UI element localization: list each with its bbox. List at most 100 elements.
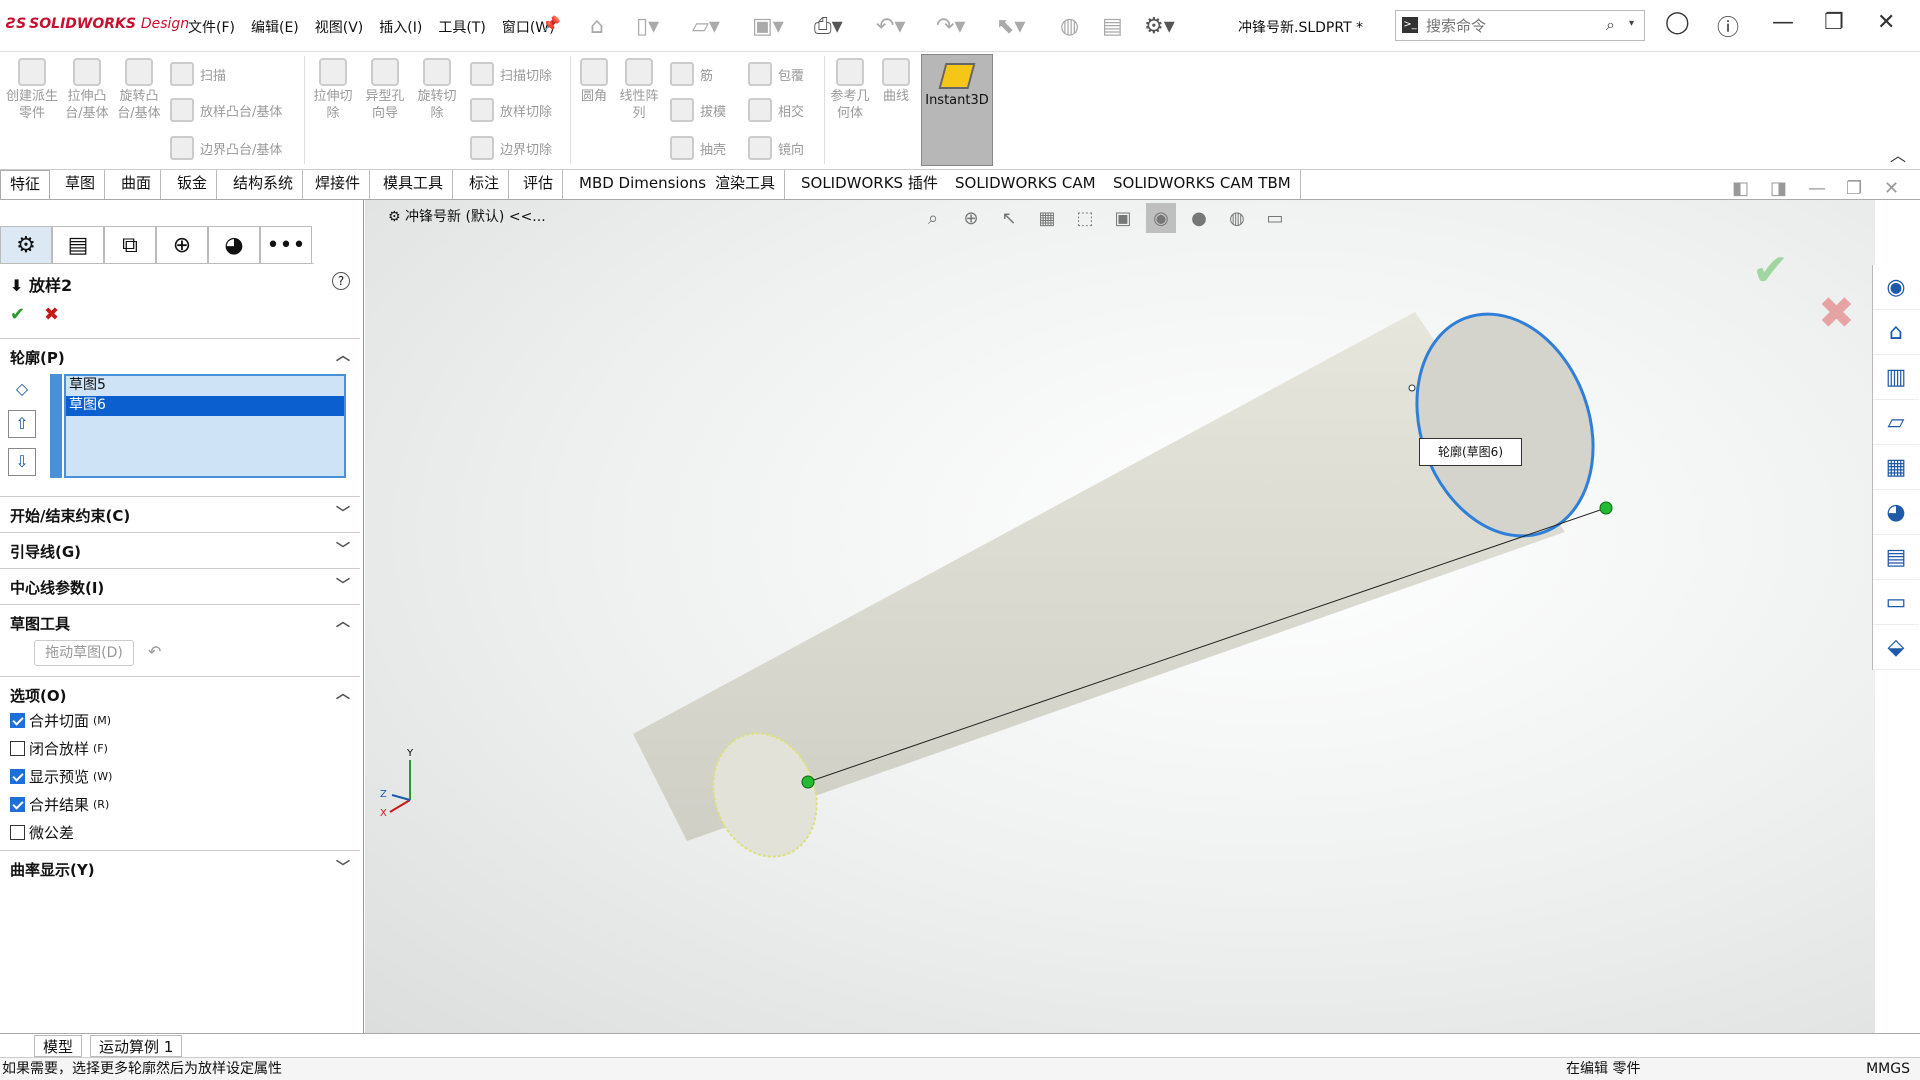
loft-boss-button[interactable]: 放样凸台/基体: [170, 98, 282, 122]
print-icon[interactable]: ⎙▾: [814, 10, 843, 42]
help-icon[interactable]: ⓘ: [1717, 10, 1739, 42]
doc-restore-icon[interactable]: ❐: [1846, 178, 1862, 199]
account-icon[interactable]: ◯: [1665, 10, 1690, 35]
open-folder-icon[interactable]: ▱▾: [692, 10, 720, 42]
undo-icon[interactable]: ↶▾: [876, 10, 905, 42]
home-icon[interactable]: ⌂: [1873, 310, 1919, 355]
sweep-button[interactable]: 扫描: [170, 62, 226, 86]
view-palette-icon[interactable]: ▦: [1873, 445, 1919, 490]
close-icon[interactable]: ✕: [1877, 10, 1895, 35]
doc-close-icon[interactable]: ✕: [1884, 178, 1899, 199]
search-icon[interactable]: ⌕: [1606, 15, 1615, 35]
tab-solidworks-cam-tbm[interactable]: SOLIDWORKS CAM TBM: [1104, 170, 1301, 199]
minimize-icon[interactable]: —: [1772, 10, 1794, 35]
design-library-icon[interactable]: ▥: [1873, 355, 1919, 400]
home-icon[interactable]: ⌂: [590, 10, 604, 42]
extruded-cut-button[interactable]: 拉伸切除: [308, 58, 358, 122]
option-close-loft[interactable]: 闭合放样 (F): [10, 738, 108, 759]
pin-icon[interactable]: 📌: [542, 15, 561, 33]
draft-button[interactable]: 拔模: [670, 98, 726, 122]
help-icon[interactable]: ?: [332, 272, 350, 290]
edit-appearance-icon[interactable]: ●: [1184, 203, 1214, 233]
move-up-icon[interactable]: ⇧: [8, 410, 36, 438]
menu-view[interactable]: 视图(V): [307, 17, 372, 37]
tab-render-tools[interactable]: 渲染工具: [706, 170, 786, 199]
tab-sheet-metal[interactable]: 钣金: [168, 170, 218, 199]
checkbox[interactable]: [10, 713, 25, 728]
solidworks-resources-icon[interactable]: ◉: [1873, 265, 1919, 310]
connector-point-start[interactable]: [801, 775, 815, 789]
tab-mbd-dimensions[interactable]: MBD Dimensions: [570, 170, 717, 199]
section-guide-curves[interactable]: 引导线(G) ﹀: [0, 532, 360, 566]
option-merge-tangent-faces[interactable]: 合并切面 (M): [10, 710, 111, 731]
tab-model[interactable]: 模型: [34, 1035, 83, 1057]
confirm-checkmark-icon[interactable]: ✔: [1752, 245, 1789, 296]
tab-structure-system[interactable]: 结构系统: [224, 170, 304, 199]
tab-features[interactable]: 特征: [0, 170, 51, 199]
tile-right-icon[interactable]: ◨: [1770, 178, 1787, 199]
more-icon[interactable]: •••: [260, 226, 312, 264]
drag-sketch-button[interactable]: 拖动草图(D): [34, 640, 134, 666]
extruded-boss-button[interactable]: 拉伸凸台/基体: [62, 58, 112, 122]
view-orientation-icon[interactable]: ⬚: [1070, 203, 1100, 233]
tab-motion-study[interactable]: 运动算例 1: [90, 1035, 183, 1057]
tab-surfaces[interactable]: 曲面: [112, 170, 162, 199]
fillet-button[interactable]: 圆角: [574, 58, 614, 105]
zoom-to-fit-icon[interactable]: ⌕: [918, 203, 948, 233]
save-icon[interactable]: ▣▾: [752, 10, 784, 42]
tab-evaluate[interactable]: 评估: [514, 170, 564, 199]
display-manager-icon[interactable]: ◕: [208, 226, 260, 264]
list-item[interactable]: 草图6: [66, 396, 344, 416]
section-centerline-parameters[interactable]: 中心线参数(I) ﹀: [0, 568, 360, 602]
cancel-x-icon[interactable]: ✖: [1818, 288, 1855, 339]
configuration-manager-icon[interactable]: ⧉: [104, 226, 156, 264]
menu-file[interactable]: 文件(F): [180, 17, 243, 37]
instant3d-button[interactable]: Instant3D: [921, 54, 993, 166]
tab-solidworks-addins[interactable]: SOLIDWORKS 插件: [792, 170, 948, 199]
revolved-cut-button[interactable]: 旋转切除: [412, 58, 462, 122]
tab-solidworks-cam[interactable]: SOLIDWORKS CAM: [946, 170, 1106, 199]
file-explorer-icon[interactable]: ▱: [1873, 400, 1919, 445]
profile-selector-icon[interactable]: ◇: [8, 376, 36, 404]
feature-manager-icon[interactable]: ⚙: [0, 226, 52, 264]
connector-point-end[interactable]: [1599, 501, 1613, 515]
tab-sketch[interactable]: 草图: [56, 170, 106, 199]
profile-handle[interactable]: [1408, 384, 1416, 392]
search-box[interactable]: >_ ⌕ ▾: [1395, 10, 1645, 41]
appearances-icon[interactable]: ◕: [1873, 490, 1919, 535]
checkbox[interactable]: [10, 797, 25, 812]
section-sketch-tools[interactable]: 草图工具 ︿: [0, 604, 360, 638]
tab-mold-tools[interactable]: 模具工具: [374, 170, 454, 199]
intersect-button[interactable]: 相交: [748, 98, 804, 122]
zoom-to-area-icon[interactable]: ⊕: [956, 203, 986, 233]
new-document-icon[interactable]: ▯▾: [636, 10, 659, 42]
shell-button[interactable]: 抽壳: [670, 136, 726, 160]
collapse-ribbon-icon[interactable]: ︿: [1890, 142, 1906, 166]
options-gear-icon[interactable]: ⚙▾: [1144, 10, 1175, 42]
dimxpert-icon[interactable]: ⊕: [156, 226, 208, 264]
curves-button[interactable]: 曲线: [876, 58, 916, 105]
menu-tools[interactable]: 工具(T): [430, 17, 493, 37]
move-down-icon[interactable]: ⇩: [8, 448, 36, 476]
display-style-icon[interactable]: ▣: [1108, 203, 1138, 233]
option-micro-tolerance[interactable]: 微公差: [10, 822, 74, 843]
redo-icon[interactable]: ↷▾: [936, 10, 965, 42]
cancel-x-icon[interactable]: ✖: [44, 304, 59, 325]
select-icon[interactable]: ⬉▾: [996, 10, 1025, 42]
previous-view-icon[interactable]: ↖: [994, 203, 1024, 233]
section-start-end-constraints[interactable]: 开始/结束约束(C) ﹀: [0, 496, 360, 530]
breadcrumb[interactable]: ⚙ 冲锋号新 (默认) <<...: [388, 206, 546, 226]
derived-part-button[interactable]: 创建派生零件: [6, 58, 58, 122]
undo-sketch-icon[interactable]: ↶: [148, 642, 161, 661]
revolved-boss-button[interactable]: 旋转凸台/基体: [114, 58, 164, 122]
hide-show-items-icon[interactable]: ◉: [1146, 203, 1176, 233]
units-indicator[interactable]: MMGS: [1866, 1058, 1910, 1080]
wrap-button[interactable]: 包覆: [748, 62, 804, 86]
boundary-cut-button[interactable]: 边界切除: [470, 136, 552, 160]
swept-cut-button[interactable]: 扫描切除: [470, 62, 552, 86]
tile-left-icon[interactable]: ◧: [1732, 178, 1749, 199]
toolbox-icon[interactable]: ⬙: [1873, 625, 1919, 670]
custom-properties-icon[interactable]: ▤: [1873, 535, 1919, 580]
linear-pattern-button[interactable]: 线性阵列: [616, 58, 662, 122]
graphics-area[interactable]: Y X Z: [365, 200, 1875, 1033]
